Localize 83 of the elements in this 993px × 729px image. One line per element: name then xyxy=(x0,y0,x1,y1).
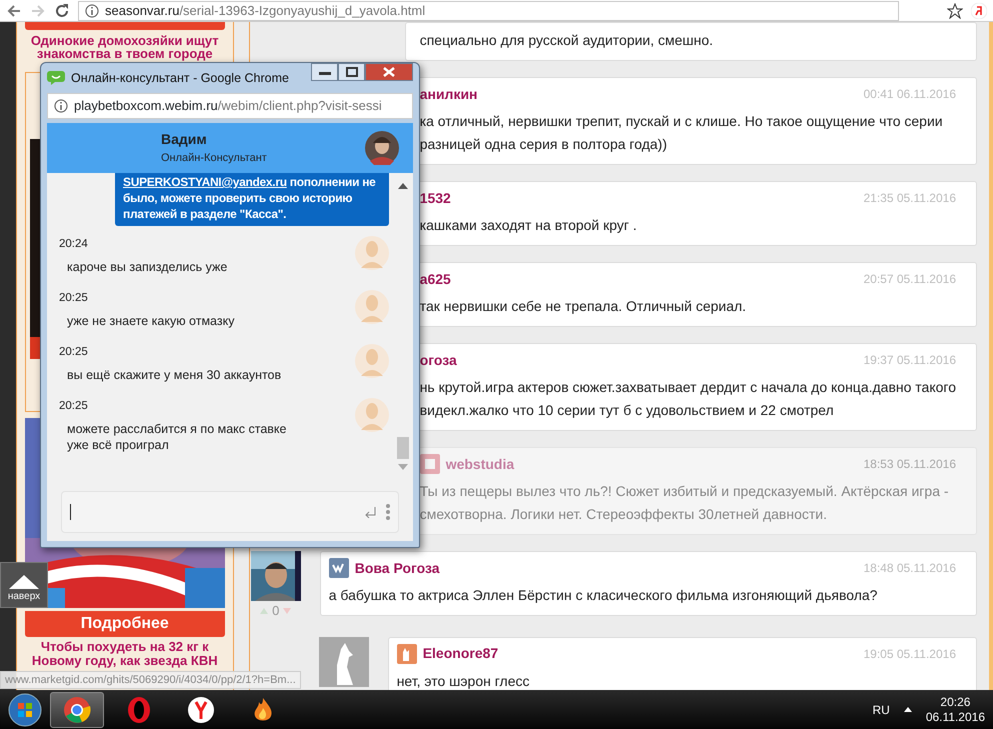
address-text: playbetboxcom.webim.ru/webim/client.php?visit-sessi xyxy=(74,97,382,116)
author-link[interactable]: огоза xyxy=(420,350,457,370)
message-text: уже не знаете какую отмазку xyxy=(66,313,236,330)
comment-text: разницей одна серия в полтора года)) xyxy=(420,135,668,154)
close-icon xyxy=(383,67,395,77)
comment-text: ка отличный, нервишки трепит, пускай и с клише. Но такое ощущение что серии xyxy=(420,112,944,131)
info-icon xyxy=(85,4,99,18)
close-button[interactable] xyxy=(365,63,413,81)
yandex-icon[interactable] xyxy=(971,2,987,18)
comment-text: видекл.жалко что 10 серии тут б с удовольствием и 22 смотрел xyxy=(420,401,835,420)
minimize-button[interactable] xyxy=(311,63,338,81)
status-url: www.marketgid.com/ghits/5069290/i/4034/0/pp/2/1?h=Bm... xyxy=(0,670,301,689)
comment-text: нет, это шэрон глесс xyxy=(396,672,530,690)
comment-time: 18:48 05.11.2016 xyxy=(863,560,956,577)
message-time: 20:25 xyxy=(59,345,89,360)
ad-title[interactable]: Чтобы похудеть на 32 кг к Новому году, как звезда КВН xyxy=(24,640,225,668)
clock-time[interactable]: 20:26 xyxy=(926,694,985,710)
opera-icon xyxy=(125,696,153,724)
email-link[interactable]: SUPERKOSTYANI@yandex.ru xyxy=(123,175,287,189)
cat-icon xyxy=(396,644,417,664)
comment-time: 21:35 05.11.2016 xyxy=(863,190,956,207)
arrow-up-icon xyxy=(9,575,39,589)
comment-time: 18:53 05.11.2016 xyxy=(863,456,956,473)
message-time: 20:25 xyxy=(59,291,89,306)
author-link[interactable]: 1532 xyxy=(420,188,451,208)
comment-time: 19:37 05.11.2016 xyxy=(863,352,956,369)
taskbar-button[interactable] xyxy=(50,692,104,728)
maximize-icon xyxy=(346,67,358,77)
site-icon xyxy=(420,454,440,474)
author-link[interactable]: Вова Рогоза xyxy=(354,558,440,578)
more-icon[interactable] xyxy=(386,504,390,520)
avatar-icon xyxy=(318,636,369,686)
scroll-top-button[interactable]: наверх xyxy=(0,562,48,608)
author-link[interactable]: а625 xyxy=(420,268,451,290)
message-text: вы ещё скажите у меня 30 аккаунтов xyxy=(66,367,282,384)
minimize-icon xyxy=(318,69,330,75)
info-icon xyxy=(54,99,68,113)
comment-time: 19:05 05.11.2016 xyxy=(863,646,956,662)
address-text: seasonvar.ru/serial-13963-Izgonyayushij_d_yavola.html xyxy=(105,2,426,20)
clock-date[interactable]: 06.11.2016 xyxy=(926,710,985,724)
ad-title[interactable]: Одинокие домохозяйки ищут знакомства в твоем городе xyxy=(24,34,225,60)
avatar-icon xyxy=(365,131,399,165)
details-button[interactable]: Подробнее xyxy=(24,611,225,637)
text-cursor xyxy=(70,504,71,520)
avatar-icon xyxy=(355,344,389,378)
avatar-icon xyxy=(355,236,389,270)
tray-expand-icon[interactable] xyxy=(904,707,912,712)
comment-text: а бабушка то актриса Эллен Бёрстин с класического фильма изгоняющий дьявола? xyxy=(328,586,878,605)
avatar-icon xyxy=(355,398,389,432)
back-icon[interactable] xyxy=(6,2,22,18)
scrollbar-thumb[interactable] xyxy=(397,437,409,459)
yandex-icon xyxy=(187,696,215,724)
message-input[interactable] xyxy=(61,491,399,533)
operator-name: Вадим xyxy=(161,130,208,150)
maximize-button[interactable] xyxy=(338,63,365,81)
vk-icon xyxy=(328,558,349,578)
start-icon[interactable] xyxy=(8,692,42,726)
message-time: 20:24 xyxy=(59,237,89,252)
enter-icon[interactable] xyxy=(364,506,376,518)
author-link[interactable]: анилкин xyxy=(420,84,478,104)
comment-text: так нервишки себе не трепала. Отличный сериал. xyxy=(420,297,748,316)
avatar-icon xyxy=(355,290,389,324)
message-bubble: SUPERKOSTYANI@yandex.ru пополнении не было, можете проверить свою историю платежей в разделе "Касса". xyxy=(115,173,389,226)
comment-text: специально для русской аудитории, смешно. xyxy=(420,31,714,50)
message-time: 20:25 xyxy=(59,399,89,414)
comment-time: 00:41 06.11.2016 xyxy=(863,86,956,103)
author-link[interactable]: Eleonore87 xyxy=(422,643,498,664)
window-title: Онлайн-консультант - Google Chrome xyxy=(71,70,289,87)
reload-icon[interactable] xyxy=(54,2,70,18)
star-icon[interactable] xyxy=(947,2,963,18)
vote-count: 0 xyxy=(272,602,280,620)
scroll-up-icon[interactable] xyxy=(398,183,408,189)
chrome-icon xyxy=(63,696,91,724)
message-text: кароче вы запизделись уже xyxy=(66,259,228,276)
comment-text: нь крутой.игра актеров сюжет.захватывает дердит с начала до конца.давно такого xyxy=(420,378,956,397)
address-field[interactable]: playbetboxcom.webim.ru/webim/client.php?visit-sessi xyxy=(47,93,413,119)
message-text: можете расслабится я по макс ставке уже всё проиграл xyxy=(66,421,288,454)
operator-role: Онлайн-Консультант xyxy=(161,151,267,166)
chat-icon xyxy=(47,71,65,85)
address-field[interactable]: seasonvar.ru/serial-13963-Izgonyayushij_d_yavola.html xyxy=(78,0,899,20)
comment-text: кашками заходят на второй круг . xyxy=(420,216,638,235)
comment-time: 20:57 05.11.2016 xyxy=(863,271,956,288)
language-indicator[interactable]: RU xyxy=(872,700,890,718)
